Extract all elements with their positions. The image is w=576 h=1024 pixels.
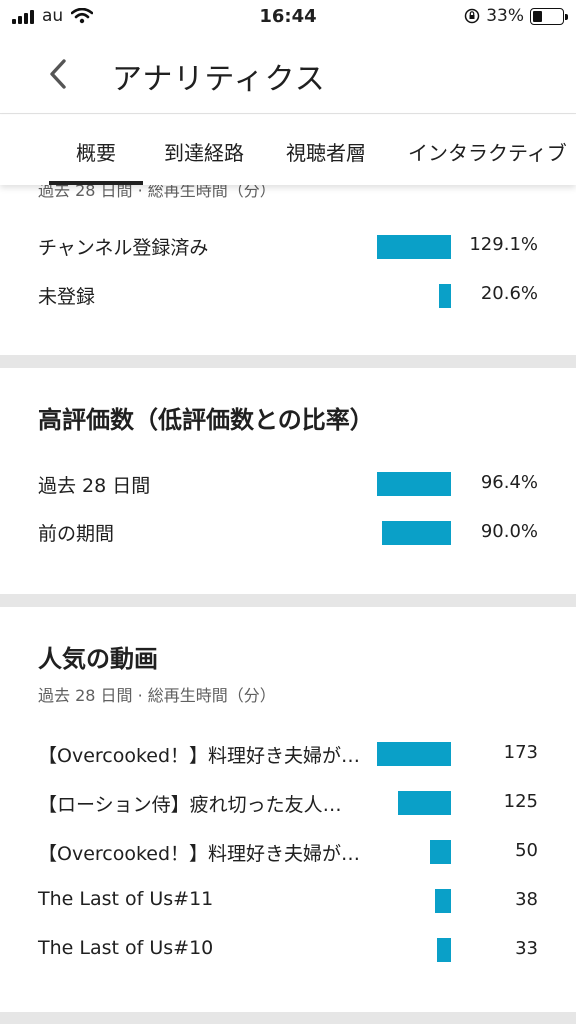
content-scroll[interactable]: 過去 28 日間 · 総再生時間（分） チャンネル登録済み 129.1% 未登録… [0,185,576,1024]
tab-overview[interactable]: 概要 [76,137,116,166]
likes-card: 高評価数（低評価数との比率） 過去 28 日間 96.4% 前の期間 90.0% [0,368,576,594]
row-value: 129.1% [469,234,538,255]
video-title: The Last of Us#10 [38,937,214,959]
video-title: The Last of Us#11 [38,888,214,910]
app-bar: アナリティクス [0,34,576,114]
bar [377,742,451,766]
tab-interactive[interactable]: インタラクティブ [408,137,567,166]
video-title: 【ローション侍】疲れ切った友人… [38,794,342,816]
bar [382,521,451,545]
orientation-lock-icon [464,8,480,24]
card-divider [0,594,576,607]
row-label: 過去 28 日間 [38,475,151,497]
video-minutes: 38 [515,889,538,910]
card-title: 人気の動画 [38,645,158,673]
subscription-card: 過去 28 日間 · 総再生時間（分） チャンネル登録済み 129.1% 未登録… [0,185,576,355]
row-label: 未登録 [38,286,96,308]
bar [435,889,451,913]
popular-videos-card: 人気の動画 過去 28 日間 · 総再生時間（分） 【Overcooked！】料… [0,607,576,1012]
tab-bar: 概要 到達経路 視聴者層 インタラクティブ [0,115,576,185]
video-minutes: 33 [515,938,538,959]
battery-percent: 33% [486,6,524,26]
status-right: 33% [464,6,568,26]
back-button[interactable] [38,54,78,94]
tab-traffic-source[interactable]: 到達経路 [164,137,244,166]
video-minutes: 173 [503,742,538,763]
row-label: 前の期間 [38,523,115,545]
bar [430,840,451,864]
bar [377,472,451,496]
status-bar: au 16:44 33% [0,0,576,34]
page-title: アナリティクス [112,62,326,97]
card-subtitle: 過去 28 日間 · 総再生時間（分） [38,686,276,705]
card-divider [0,355,576,368]
video-title: 【Overcooked！】料理好き夫婦が… [38,843,361,865]
bar [398,791,451,815]
card-subtitle: 過去 28 日間 · 総再生時間（分） [38,185,276,200]
row-value: 20.6% [480,283,538,304]
chevron-left-icon [50,59,66,89]
bar [439,284,451,308]
video-title: 【Overcooked！】料理好き夫婦が… [38,745,361,767]
bar [437,938,451,962]
tab-indicator [49,181,143,185]
battery-icon [530,7,568,25]
row-label: チャンネル登録済み [38,237,209,259]
card-divider [0,1012,576,1024]
video-minutes: 125 [503,791,538,812]
row-value: 96.4% [480,472,538,493]
card-title: 高評価数（低評価数との比率） [38,406,374,434]
video-minutes: 50 [515,840,538,861]
bar [377,235,451,259]
row-value: 90.0% [480,521,538,542]
tab-audience[interactable]: 視聴者層 [286,137,366,166]
